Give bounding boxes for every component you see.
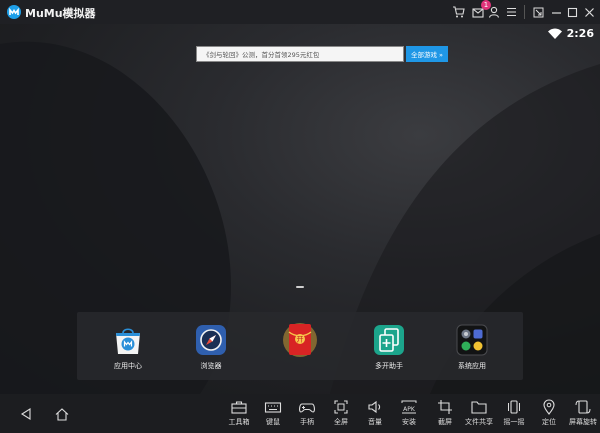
tool-label: 音量 <box>368 418 382 426</box>
multi-open-icon <box>373 324 405 356</box>
tool-volume[interactable]: 音量 <box>358 399 392 427</box>
mumu-logo-icon <box>7 5 21 19</box>
dock-app-label: 浏览器 <box>200 362 222 370</box>
tool-label: 全屏 <box>334 418 348 426</box>
envelope-glyph: 开 <box>297 336 304 344</box>
dock-app-app-center[interactable]: 应用中心 <box>96 324 160 371</box>
gamepad-icon <box>299 403 315 413</box>
all-games-button[interactable]: 全部游戏 » <box>406 46 448 62</box>
app-center-bag-icon <box>112 324 144 356</box>
dock-app-label: 应用中心 <box>114 362 142 370</box>
back-arrow-icon <box>20 408 31 420</box>
tool-location[interactable]: 定位 <box>532 399 566 427</box>
maximize-icon[interactable] <box>564 4 580 20</box>
shake-icon <box>508 400 520 414</box>
keyboard-icon <box>264 402 282 413</box>
system-apps-folder-icon <box>456 324 488 356</box>
cart-icon[interactable] <box>450 4 466 20</box>
search-input[interactable]: 《剑与轮回》公测，首分首领295元红包 <box>196 46 404 62</box>
bottom-toolbar: 工具箱 键鼠 手柄 全屏 音量 APK 安装 截屏 文件共享 摇一摇 定位 屏幕… <box>0 394 600 433</box>
status-bar: 2:26 <box>547 27 594 40</box>
back-button[interactable] <box>18 406 34 422</box>
dock-app-multi-open[interactable]: 多开助手 <box>357 324 421 371</box>
search-placeholder: 《剑与轮回》公测，首分首领295元红包 <box>203 51 320 59</box>
title-bar: MuMu模拟器 1 <box>0 0 600 24</box>
tool-install-apk[interactable]: APK 安装 <box>392 399 426 427</box>
mini-mode-icon[interactable] <box>530 4 546 20</box>
tool-file-share[interactable]: 文件共享 <box>462 399 496 427</box>
tool-label: 摇一摇 <box>503 418 525 426</box>
tool-label: 键鼠 <box>266 418 280 426</box>
tool-label: 安装 <box>402 418 416 426</box>
toolbox-icon <box>231 401 247 414</box>
wifi-icon <box>547 28 562 39</box>
dock-app-system-apps[interactable]: 系统应用 <box>440 324 504 371</box>
app-title: MuMu模拟器 <box>25 7 96 20</box>
tool-toolbox[interactable]: 工具箱 <box>222 399 256 427</box>
titlebar-divider <box>524 5 525 19</box>
location-pin-icon <box>543 399 555 415</box>
home-icon <box>55 407 69 421</box>
tool-label: 定位 <box>542 418 556 426</box>
tool-label: 屏幕旋转 <box>569 418 597 426</box>
user-icon[interactable] <box>486 4 502 20</box>
browser-compass-icon <box>195 324 227 356</box>
fullscreen-icon <box>334 400 348 414</box>
home-button[interactable] <box>54 406 70 422</box>
tool-label: 文件共享 <box>465 418 493 426</box>
tool-fullscreen[interactable]: 全屏 <box>324 399 358 427</box>
minimize-icon[interactable] <box>548 4 564 20</box>
rotate-screen-icon <box>575 400 591 414</box>
android-screen[interactable]: 2:26 《剑与轮回》公测，首分首领295元红包 全部游戏 » 应用中心 浏览器… <box>0 24 600 394</box>
dock-app-label: 系统应用 <box>458 362 486 370</box>
message-icon[interactable]: 1 <box>470 0 491 20</box>
dock-app-label: 多开助手 <box>375 362 403 370</box>
crop-screenshot-icon <box>438 400 452 414</box>
dock-app-red-envelope[interactable]: 开 <box>268 323 332 364</box>
folder-share-icon <box>471 401 487 414</box>
app-dock: 应用中心 浏览器 开 多开助手 系统应用 <box>77 312 523 380</box>
red-envelope-icon: 开 <box>280 319 320 359</box>
tool-gamepad[interactable]: 手柄 <box>290 399 324 427</box>
page-indicator <box>296 286 304 288</box>
apk-text: APK <box>403 406 416 413</box>
tool-label: 截屏 <box>438 418 452 426</box>
tool-shake[interactable]: 摇一摇 <box>497 399 531 427</box>
tool-screenshot[interactable]: 截屏 <box>428 399 462 427</box>
tool-keyboard-mouse[interactable]: 键鼠 <box>256 399 290 427</box>
volume-icon <box>368 400 381 414</box>
tool-label: 工具箱 <box>228 418 250 426</box>
close-icon[interactable] <box>581 4 597 20</box>
tool-rotate-screen[interactable]: 屏幕旋转 <box>566 399 600 427</box>
dock-app-browser[interactable]: 浏览器 <box>179 324 243 371</box>
apk-install-icon: APK <box>401 400 417 414</box>
clock: 2:26 <box>566 27 594 40</box>
tool-label: 手柄 <box>300 418 314 426</box>
menu-icon[interactable] <box>503 4 519 20</box>
